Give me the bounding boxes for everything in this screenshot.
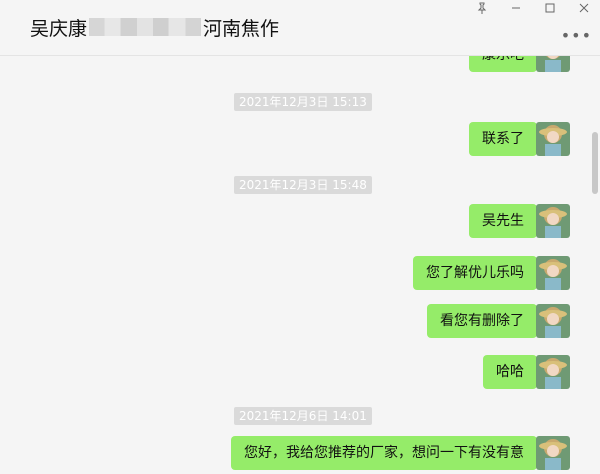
message-bubble[interactable]: 您了解优儿乐吗: [413, 256, 543, 290]
message-bubble[interactable]: 联系了: [469, 122, 543, 156]
minimize-icon[interactable]: [505, 2, 527, 16]
title-bar: 吴庆康 河南焦作 •••: [0, 0, 600, 56]
message-row: 联系了: [469, 122, 543, 156]
user-avatar[interactable]: [536, 56, 570, 72]
message-row: 吴先生: [469, 204, 543, 238]
message-bubble[interactable]: 看您有删除了: [427, 304, 543, 338]
chat-scrollbar[interactable]: [592, 132, 598, 194]
timestamp: 2021年12月3日 15:13: [234, 93, 372, 111]
user-avatar[interactable]: [536, 355, 570, 389]
message-bubble[interactable]: 康乐吧: [469, 56, 543, 72]
maximize-icon[interactable]: [539, 2, 561, 16]
message-row: 看您有删除了: [427, 304, 543, 338]
chat-title-location: 河南焦作: [203, 17, 280, 40]
message-bubble[interactable]: 您好，我给您推荐的厂家，想问一下有没有意: [231, 436, 543, 470]
chat-title: 吴庆康 河南焦作: [30, 14, 279, 40]
pin-icon[interactable]: [471, 2, 493, 16]
close-icon[interactable]: [573, 2, 595, 16]
redacted-block: [89, 18, 202, 36]
timestamp: 2021年12月3日 15:48: [234, 176, 372, 194]
message-bubble[interactable]: 哈哈: [483, 355, 543, 389]
message-row: 哈哈: [483, 355, 543, 389]
user-avatar[interactable]: [536, 436, 570, 470]
user-avatar[interactable]: [536, 256, 570, 290]
user-avatar[interactable]: [536, 122, 570, 156]
message-bubble[interactable]: 吴先生: [469, 204, 543, 238]
chat-area[interactable]: 康乐吧 2021年12月3日 15:13 联系了 2021年12月3日 15:4…: [0, 56, 600, 474]
user-avatar[interactable]: [536, 304, 570, 338]
more-icon[interactable]: •••: [561, 26, 592, 45]
timestamp: 2021年12月6日 14:01: [234, 407, 372, 425]
user-avatar[interactable]: [536, 204, 570, 238]
message-row: 您好，我给您推荐的厂家，想问一下有没有意: [231, 436, 543, 470]
message-row: 康乐吧: [469, 56, 543, 72]
chat-title-name: 吴庆康: [30, 17, 88, 40]
message-row: 您了解优儿乐吗: [413, 256, 543, 290]
